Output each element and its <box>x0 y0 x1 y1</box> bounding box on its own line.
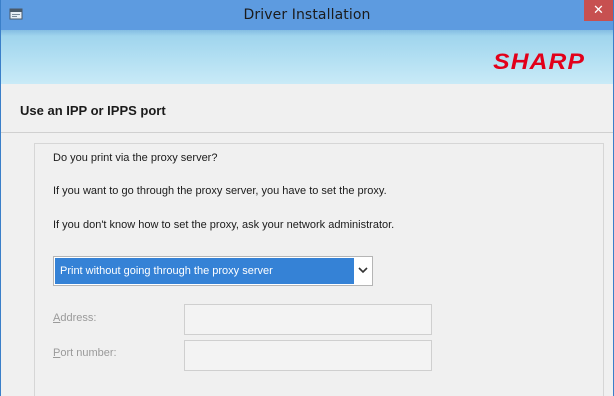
proxy-help-text: If you don't know how to set the proxy, … <box>53 219 395 231</box>
proxy-mode-dropdown[interactable]: Print without going through the proxy se… <box>53 256 373 286</box>
banner-shade <box>1 30 613 36</box>
dropdown-arrow-button[interactable] <box>354 257 372 285</box>
dropdown-selected-label: Print without going through the proxy se… <box>60 265 273 277</box>
port-number-label: Port number: <box>53 347 117 359</box>
close-button[interactable]: ✕ <box>584 0 613 21</box>
address-label: Address: <box>53 312 96 324</box>
proxy-info-text: If you want to go through the proxy serv… <box>53 185 387 197</box>
window-title: Driver Installation <box>243 7 371 23</box>
port-number-field[interactable] <box>184 340 432 371</box>
address-field[interactable] <box>184 304 432 335</box>
driver-installation-window: Driver Installation ✕ SHARP Use an IPP o… <box>0 0 614 396</box>
page-title: Use an IPP or IPPS port <box>20 103 166 118</box>
port-label-text: ort number: <box>60 347 117 359</box>
chevron-down-icon <box>358 267 368 274</box>
title-bar[interactable]: Driver Installation ✕ <box>1 0 613 30</box>
proxy-question: Do you print via the proxy server? <box>53 152 218 164</box>
dropdown-selected-item[interactable]: Print without going through the proxy se… <box>55 258 354 284</box>
sharp-logo: SHARP <box>493 49 585 74</box>
address-label-text: ddress: <box>60 312 97 324</box>
